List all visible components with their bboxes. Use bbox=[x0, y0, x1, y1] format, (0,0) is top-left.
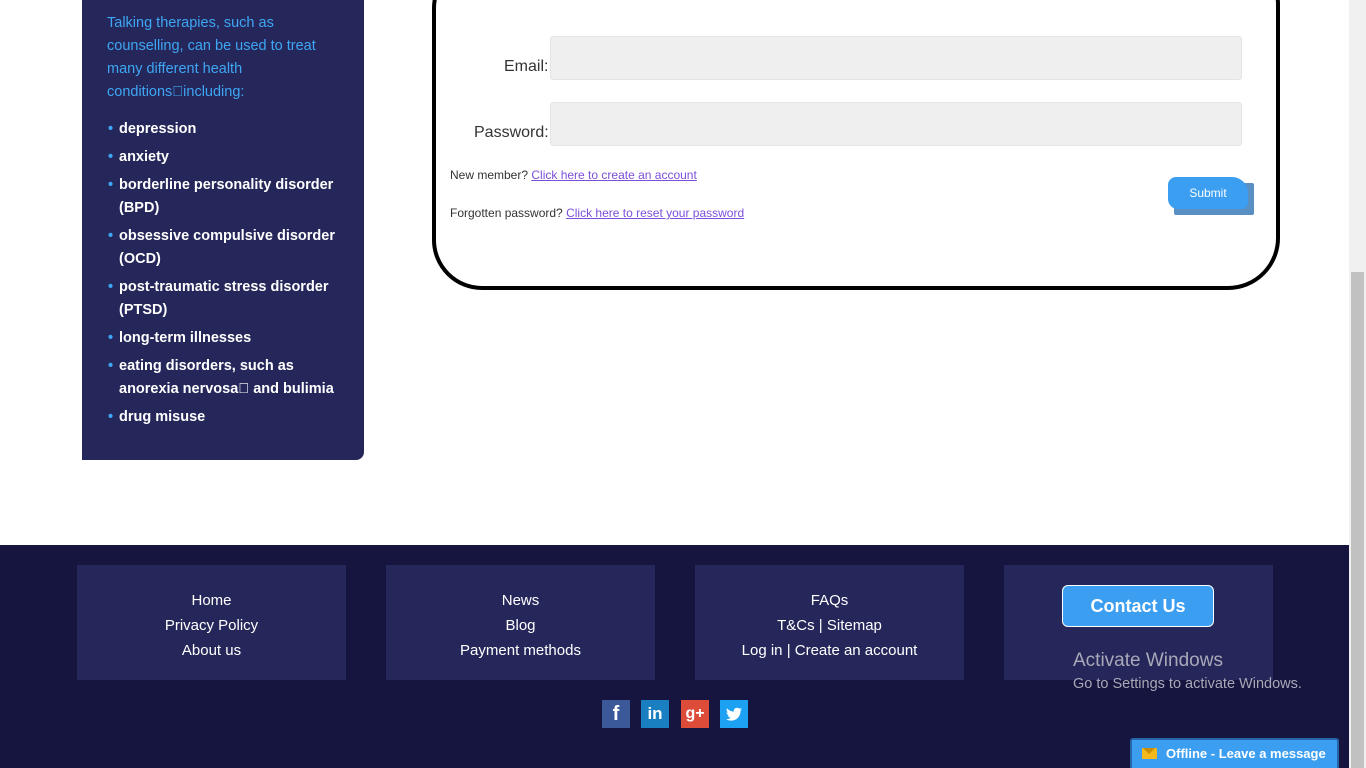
footer-link-home[interactable]: Home bbox=[191, 592, 231, 609]
conditions-list: • depression • anxiety • borderline persona… bbox=[106, 118, 344, 429]
footer-link-faqs[interactable]: FAQs bbox=[811, 592, 849, 609]
footer-link-blog[interactable]: Blog bbox=[505, 617, 535, 634]
footer-link-payment-methods[interactable]: Payment methods bbox=[460, 642, 581, 659]
password-label: Password: bbox=[474, 124, 549, 141]
footer-link-log-in[interactable]: Log in bbox=[742, 642, 783, 659]
envelope-icon bbox=[1142, 748, 1157, 759]
create-account-link[interactable]: Click here to create an account bbox=[531, 168, 696, 182]
footer-link-news[interactable]: News bbox=[502, 592, 540, 609]
footer-link-create-account[interactable]: Create an account bbox=[795, 642, 918, 659]
email-label: Email: bbox=[504, 58, 549, 75]
list-item: • borderline personality disorder (BPD) bbox=[106, 174, 346, 220]
twitter-bird-glyph bbox=[726, 707, 742, 721]
footer-link-tcs[interactable]: T&Cs bbox=[777, 617, 815, 634]
chat-message: - Leave a message bbox=[1210, 746, 1326, 761]
list-item: • long-term illnesses bbox=[106, 327, 346, 350]
list-item: • anxiety bbox=[106, 146, 346, 169]
chat-status: Offline bbox=[1166, 746, 1208, 761]
watermark-title: Activate Windows bbox=[1073, 650, 1223, 671]
list-item: • depression bbox=[106, 118, 346, 141]
sidebar-intro-text: Talking therapies, such as counselling, … bbox=[107, 15, 316, 100]
linkedin-icon[interactable]: in bbox=[641, 700, 669, 728]
footer-column-3: FAQs T&Cs | Sitemap Log in | Create an a… bbox=[695, 565, 964, 680]
submit-button[interactable]: Submit bbox=[1168, 177, 1248, 209]
offline-chat-tab[interactable]: Offline - Leave a message bbox=[1130, 738, 1339, 768]
conditions-sidebar: Talking therapies, such as counselling, … bbox=[82, 0, 364, 460]
footer-link-privacy-policy[interactable]: Privacy Policy bbox=[165, 617, 258, 634]
scrollbar-thumb[interactable] bbox=[1351, 272, 1364, 768]
bullet-icon: • bbox=[108, 409, 114, 425]
list-item: • obsessive compulsive disorder (OCD) bbox=[106, 225, 346, 271]
list-item: • post-traumatic stress disorder (PTSD) bbox=[106, 276, 346, 322]
bullet-icon: • bbox=[108, 358, 114, 374]
bullet-icon: • bbox=[108, 279, 114, 295]
bullet-icon: • bbox=[108, 330, 114, 346]
footer-column-1: Home Privacy Policy About us bbox=[77, 565, 346, 680]
bullet-icon: • bbox=[108, 149, 114, 165]
page-scrollbar[interactable] bbox=[1349, 0, 1366, 768]
footer-link-about-us[interactable]: About us bbox=[182, 642, 241, 659]
new-member-text: New member? bbox=[450, 168, 529, 182]
reset-password-link[interactable]: Click here to reset your password bbox=[566, 206, 744, 220]
footer-column-2: News Blog Payment methods bbox=[386, 565, 655, 680]
contact-us-button[interactable]: Contact Us bbox=[1062, 585, 1214, 627]
list-item: • drug misuse bbox=[106, 406, 346, 429]
bullet-icon: • bbox=[108, 228, 114, 244]
footer-link-sitemap[interactable]: Sitemap bbox=[827, 617, 882, 634]
new-member-row: New member? Click here to create an acco… bbox=[450, 168, 697, 182]
footer-separator: | bbox=[786, 642, 791, 659]
password-field[interactable] bbox=[550, 102, 1242, 146]
facebook-icon[interactable]: f bbox=[602, 700, 630, 728]
email-field[interactable] bbox=[550, 36, 1242, 80]
forgotten-password-row: Forgotten password? Click here to reset … bbox=[450, 206, 744, 220]
list-item: • eating disorders, such as anorexia nerv… bbox=[106, 355, 346, 401]
footer-separator: | bbox=[818, 617, 823, 634]
bullet-icon: • bbox=[108, 121, 114, 137]
windows-activation-watermark: Activate Windows Go to Settings to activ… bbox=[1073, 650, 1302, 692]
bullet-icon: • bbox=[108, 177, 114, 193]
forgotten-password-text: Forgotten password? bbox=[450, 206, 563, 220]
google-plus-icon[interactable]: g+ bbox=[681, 700, 709, 728]
twitter-icon[interactable] bbox=[720, 700, 748, 728]
watermark-subtitle: Go to Settings to activate Windows. bbox=[1073, 676, 1302, 692]
